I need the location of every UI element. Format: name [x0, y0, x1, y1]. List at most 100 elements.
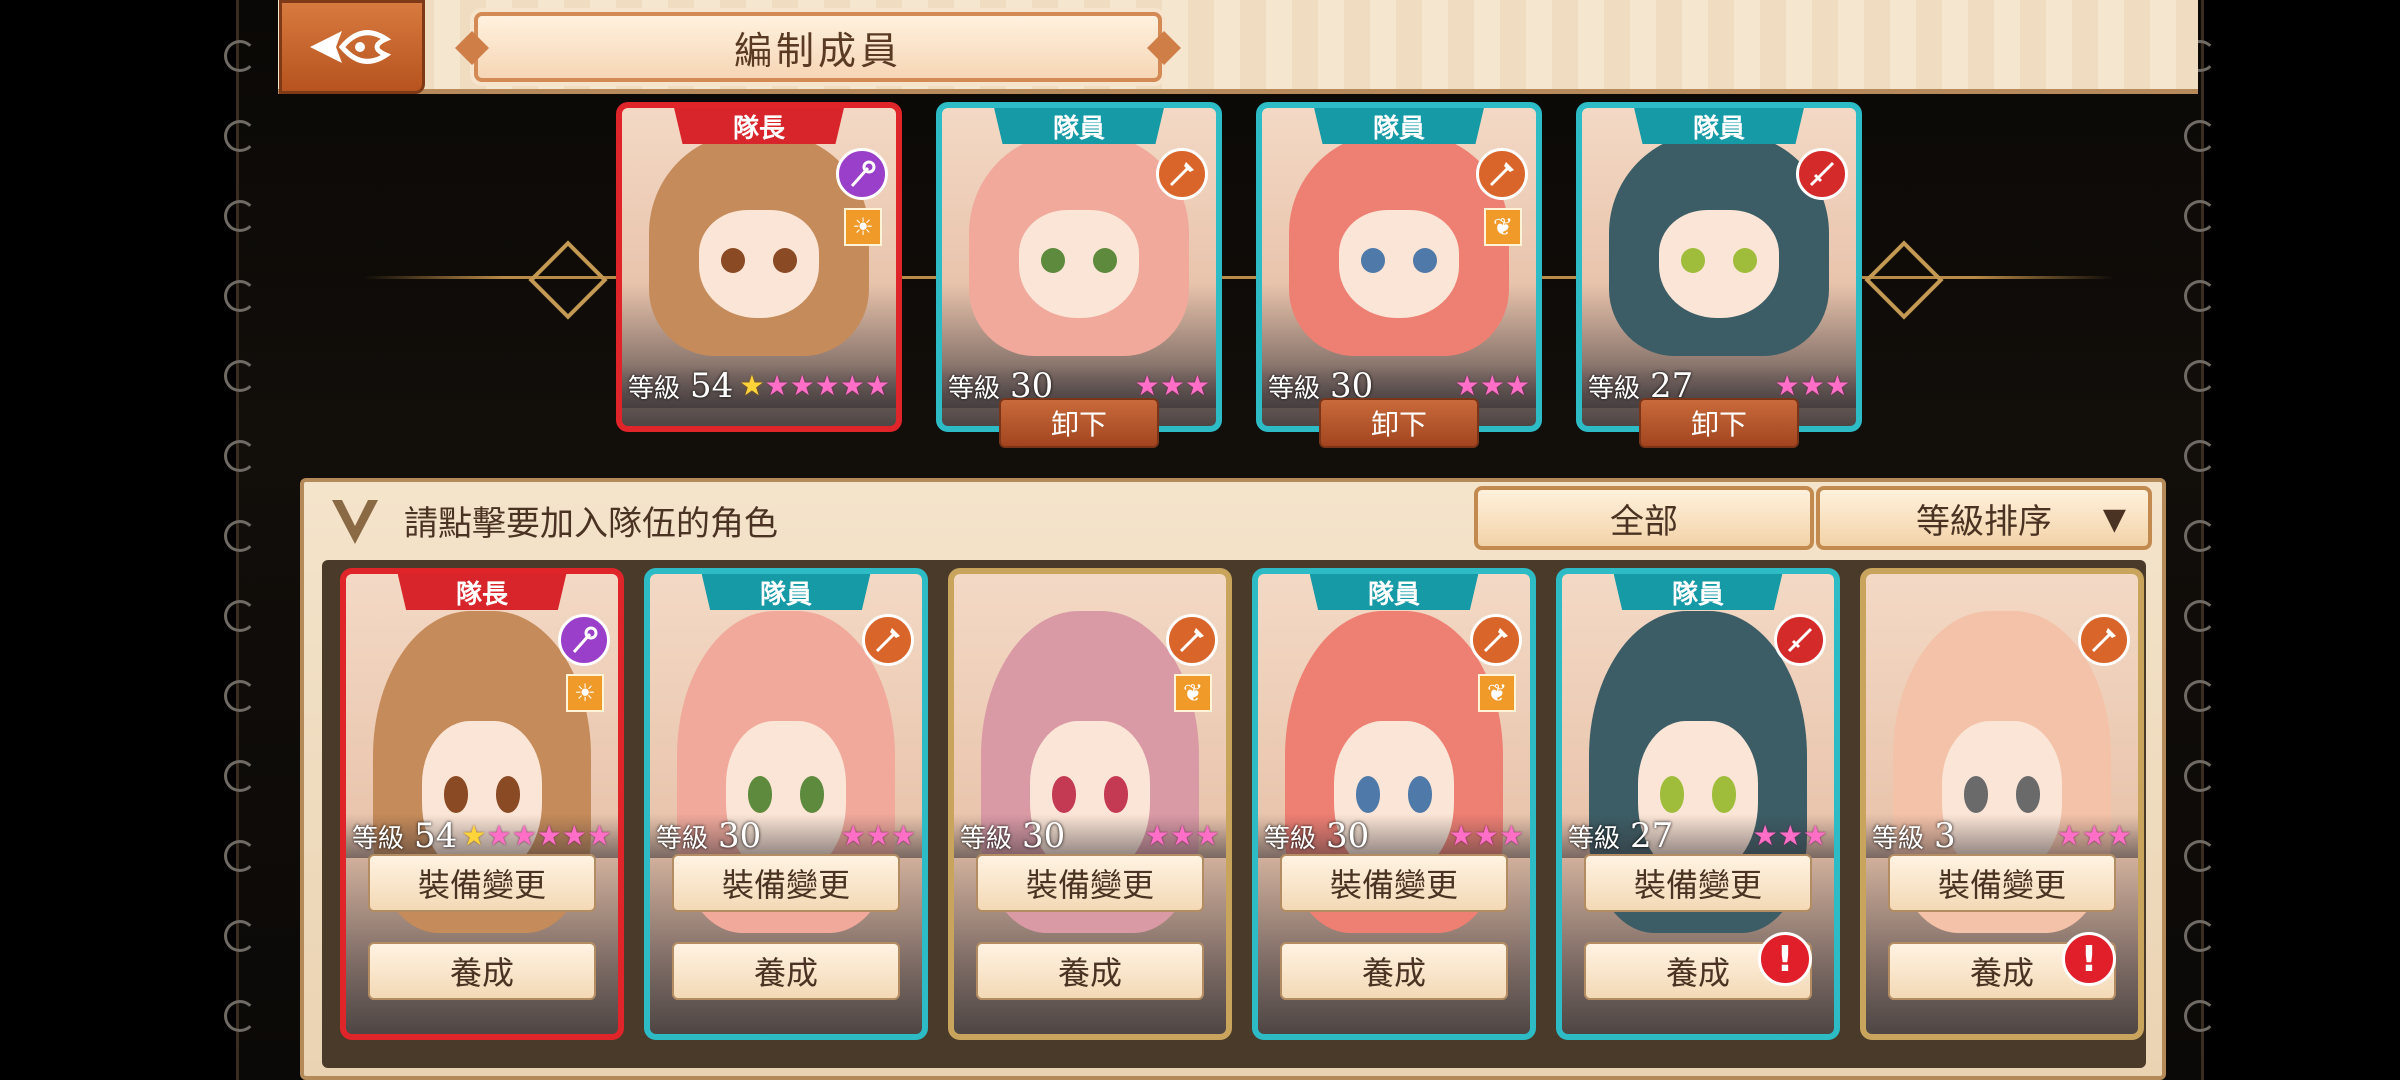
train-button[interactable]: 養成 — [368, 942, 596, 1000]
character-card[interactable]: 隊長 ☀ 等級 54 ★ ★ ★ ★ ★ ★ 裝備變更 養成 — [340, 568, 624, 1040]
chevron-down-icon — [332, 500, 378, 544]
character-card[interactable]: 隊員 ❦ 等級 30 ★ ★ ★ — [1256, 102, 1542, 432]
portrait-eye — [1711, 776, 1737, 814]
level-label: 等級 — [1268, 373, 1321, 404]
level-value: 30 — [1022, 816, 1066, 856]
element-icon: ☀ — [566, 674, 604, 712]
level-label: 等級 — [656, 823, 709, 854]
level-label: 等級 — [1588, 373, 1641, 404]
equip-change-button[interactable]: 裝備變更 — [1888, 854, 2116, 912]
portrait-face — [1338, 209, 1460, 318]
rapier-icon — [1796, 148, 1848, 200]
star-icon: ★ — [1479, 369, 1505, 402]
ornament-ring — [2184, 200, 2216, 232]
level-label: 等級 — [1872, 823, 1925, 854]
level-label: 等級 — [1568, 823, 1621, 854]
star-icon: ★ — [1184, 369, 1210, 402]
character-card[interactable]: 隊長 ☀ 等級 54 ★ ★ ★ ★ ★ ★ — [616, 102, 902, 432]
ornament-ring — [224, 280, 256, 312]
page-title: 編制成員 — [733, 28, 902, 73]
character-card[interactable]: 隊員 等級 30 ★ ★ ★ 裝備變更 養成 — [644, 568, 928, 1040]
unequip-button[interactable]: 卸下 — [999, 398, 1159, 448]
portrait-face — [1018, 209, 1140, 318]
star-icon: ★ — [1777, 819, 1803, 852]
star-icon: ★ — [840, 819, 866, 852]
star-icon: ★ — [789, 369, 815, 402]
equip-change-button[interactable]: 裝備變更 — [1280, 854, 1508, 912]
star-icon: ★ — [1448, 819, 1474, 852]
ornament-ring — [2184, 520, 2216, 552]
sort-arrow-icon: ▼ — [2102, 502, 2126, 537]
role-banner: 隊員 — [994, 108, 1164, 144]
level-strip: 等級 3 ★ ★ ★ — [1866, 814, 2138, 858]
ornament-ring — [224, 440, 256, 472]
level-label: 等級 — [628, 373, 681, 404]
ornament-ring — [224, 200, 256, 232]
character-card[interactable]: 隊員 等級 27 ★ ★ ★ — [1576, 102, 1862, 432]
star-icon: ★ — [1752, 819, 1778, 852]
ornament-ring — [2184, 360, 2216, 392]
element-icon: ☀ — [844, 208, 882, 246]
spear-icon — [1470, 614, 1522, 666]
equip-change-button[interactable]: 裝備變更 — [368, 854, 596, 912]
equip-change-button[interactable]: 裝備變更 — [976, 854, 1204, 912]
star-icon: ★ — [865, 819, 891, 852]
rarity-stars: ★ ★ ★ ★ ★ ★ — [461, 822, 612, 850]
star-icon: ★ — [1454, 369, 1480, 402]
rarity-stars: ★ ★ ★ — [1145, 822, 1220, 850]
character-card[interactable]: ❦ 等級 30 ★ ★ ★ 裝備變更 養成 — [948, 568, 1232, 1040]
staff-icon — [836, 148, 888, 200]
unequip-button[interactable]: 卸下 — [1639, 398, 1799, 448]
spear-icon — [1476, 148, 1528, 200]
level-value: 3 — [1934, 816, 1956, 856]
level-strip: 等級 30 ★ ★ ★ — [954, 814, 1226, 858]
role-banner: 隊員 — [1613, 574, 1783, 610]
ornament-ring — [224, 1000, 256, 1032]
portrait-eye — [799, 776, 825, 814]
star-icon: ★ — [1504, 369, 1530, 402]
star-icon: ★ — [1799, 369, 1825, 402]
equip-change-button[interactable]: 裝備變更 — [672, 854, 900, 912]
train-button[interactable]: 養成 — [672, 942, 900, 1000]
alert-icon: ! — [1758, 932, 1812, 986]
character-card[interactable]: 隊員 等級 30 ★ ★ ★ — [936, 102, 1222, 432]
role-banner: 隊員 — [701, 574, 871, 610]
star-icon: ★ — [461, 819, 487, 852]
rarity-stars: ★ ★ ★ — [1775, 372, 1850, 400]
back-arrow-icon — [310, 30, 392, 64]
star-icon: ★ — [1194, 819, 1220, 852]
element-icon: ❦ — [1174, 674, 1212, 712]
filter-dropdown[interactable]: 全部 — [1474, 486, 1814, 550]
equip-change-button[interactable]: 裝備變更 — [1584, 854, 1812, 912]
role-banner: 隊員 — [1314, 108, 1484, 144]
train-button[interactable]: 養成 — [976, 942, 1204, 1000]
ornament-ring — [224, 360, 256, 392]
rarity-stars: ★ ★ ★ — [1135, 372, 1210, 400]
star-icon: ★ — [839, 369, 865, 402]
star-icon: ★ — [1802, 819, 1828, 852]
level-value: 30 — [718, 816, 762, 856]
left-ornament — [220, 0, 260, 1080]
star-icon: ★ — [1824, 369, 1850, 402]
train-button[interactable]: 養成 — [1280, 942, 1508, 1000]
level-strip: 等級 30 ★ ★ ★ — [650, 814, 922, 858]
character-card[interactable]: 隊員 ❦ 等級 30 ★ ★ ★ 裝備變更 養成 — [1252, 568, 1536, 1040]
star-icon: ★ — [2081, 819, 2107, 852]
unequip-button[interactable]: 卸下 — [1319, 398, 1479, 448]
star-icon: ★ — [890, 819, 916, 852]
star-icon: ★ — [1473, 819, 1499, 852]
rapier-icon — [1774, 614, 1826, 666]
sort-dropdown[interactable]: 等級排序 ▼ — [1816, 486, 2152, 550]
ornament-ring — [224, 520, 256, 552]
level-value: 27 — [1630, 816, 1674, 856]
ornament-ring — [2184, 440, 2216, 472]
star-icon: ★ — [1134, 369, 1160, 402]
role-banner: 隊長 — [674, 108, 844, 144]
level-strip: 等級 54 ★ ★ ★ ★ ★ ★ — [622, 364, 896, 408]
ornament-ring — [2184, 280, 2216, 312]
level-value: 30 — [1326, 816, 1370, 856]
back-button[interactable] — [279, 0, 425, 94]
spear-icon — [1156, 148, 1208, 200]
spear-icon — [862, 614, 914, 666]
portrait-face — [698, 209, 820, 318]
